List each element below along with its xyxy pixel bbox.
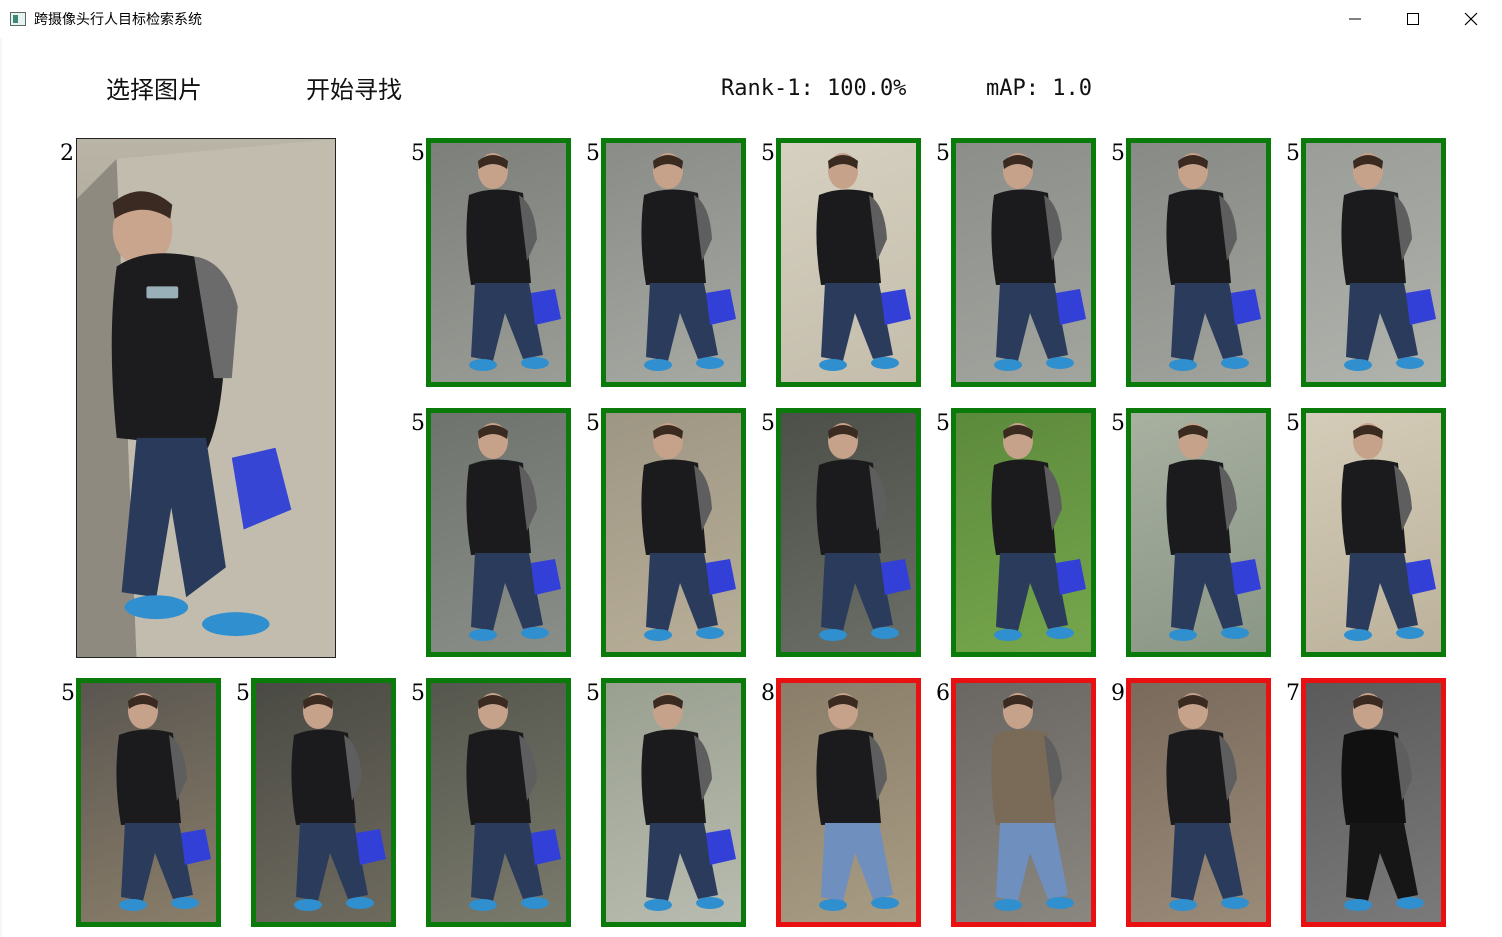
result-id-label: 5 bbox=[586, 141, 600, 166]
result-person-figure bbox=[466, 153, 561, 371]
query-image[interactable] bbox=[76, 138, 336, 658]
result-person-figure bbox=[641, 153, 736, 371]
close-button[interactable] bbox=[1442, 0, 1500, 38]
map-metric: mAP: 1.0 bbox=[986, 76, 1092, 101]
window-edge bbox=[0, 38, 2, 937]
result-id-label: 5 bbox=[1286, 411, 1300, 436]
select-image-button[interactable]: 选择图片 bbox=[106, 72, 202, 108]
result-person-figure bbox=[291, 693, 386, 911]
result-tile-match[interactable] bbox=[1126, 138, 1271, 387]
result-id-label: 5 bbox=[936, 141, 950, 166]
rank1-metric: Rank-1: 100.0% bbox=[721, 76, 907, 101]
result-id-label: 5 bbox=[1111, 141, 1125, 166]
query-id-label: 2 bbox=[60, 141, 74, 166]
result-id-label: 5 bbox=[1111, 411, 1125, 436]
result-id-label: 5 bbox=[586, 411, 600, 436]
result-person-figure bbox=[991, 423, 1086, 641]
result-id-label: 5 bbox=[936, 411, 950, 436]
result-id-label: 5 bbox=[411, 141, 425, 166]
result-person-figure bbox=[1341, 693, 1424, 911]
maximize-icon bbox=[1407, 13, 1419, 25]
result-tile-match[interactable] bbox=[426, 138, 571, 387]
result-tile-match[interactable] bbox=[776, 408, 921, 657]
minimize-icon bbox=[1349, 18, 1361, 20]
minimize-button[interactable] bbox=[1326, 0, 1384, 38]
result-id-label: 9 bbox=[1111, 681, 1125, 706]
result-id-label: 5 bbox=[61, 681, 75, 706]
start-search-button[interactable]: 开始寻找 bbox=[306, 72, 402, 108]
result-person-figure bbox=[1166, 693, 1249, 911]
result-id-label: 7 bbox=[1286, 681, 1300, 706]
result-tile-match[interactable] bbox=[1301, 138, 1446, 387]
result-person-figure bbox=[1341, 423, 1436, 641]
result-person-figure bbox=[466, 423, 561, 641]
result-person-figure bbox=[816, 153, 911, 371]
result-tile-match[interactable] bbox=[1126, 408, 1271, 657]
result-id-label: 5 bbox=[1286, 141, 1300, 166]
result-tile-match[interactable] bbox=[1301, 408, 1446, 657]
result-person-figure bbox=[466, 693, 561, 911]
result-id-label: 5 bbox=[411, 681, 425, 706]
title-bar: 跨摄像头行人目标检索系统 bbox=[0, 0, 1502, 39]
query-person-figure bbox=[77, 139, 335, 657]
result-tile-mismatch[interactable] bbox=[951, 678, 1096, 927]
result-tile-match[interactable] bbox=[951, 408, 1096, 657]
result-tile-match[interactable] bbox=[601, 408, 746, 657]
result-person-figure bbox=[641, 423, 736, 641]
result-person-figure bbox=[641, 693, 736, 911]
result-tile-match[interactable] bbox=[601, 138, 746, 387]
result-person-figure bbox=[816, 693, 899, 911]
result-tile-match[interactable] bbox=[601, 678, 746, 927]
result-person-figure bbox=[1166, 423, 1261, 641]
close-icon bbox=[1464, 12, 1478, 26]
result-person-figure bbox=[1166, 153, 1261, 371]
result-id-label: 5 bbox=[761, 141, 775, 166]
result-tile-match[interactable] bbox=[76, 678, 221, 927]
result-id-label: 5 bbox=[411, 411, 425, 436]
result-id-label: 5 bbox=[236, 681, 250, 706]
result-person-figure bbox=[1341, 153, 1436, 371]
result-id-label: 8 bbox=[761, 681, 775, 706]
result-tile-match[interactable] bbox=[426, 678, 571, 927]
result-tile-mismatch[interactable] bbox=[776, 678, 921, 927]
result-id-label: 6 bbox=[936, 681, 950, 706]
result-person-figure bbox=[991, 153, 1086, 371]
result-person-figure bbox=[116, 693, 211, 911]
result-person-figure bbox=[816, 423, 911, 641]
result-tile-match[interactable] bbox=[776, 138, 921, 387]
app-icon bbox=[10, 12, 26, 26]
maximize-button[interactable] bbox=[1384, 0, 1442, 38]
result-tile-match[interactable] bbox=[426, 408, 571, 657]
result-tile-match[interactable] bbox=[951, 138, 1096, 387]
window-title: 跨摄像头行人目标检索系统 bbox=[34, 12, 202, 28]
result-tile-match[interactable] bbox=[251, 678, 396, 927]
result-tile-mismatch[interactable] bbox=[1126, 678, 1271, 927]
result-person-figure bbox=[991, 693, 1074, 911]
result-id-label: 5 bbox=[761, 411, 775, 436]
result-id-label: 5 bbox=[586, 681, 600, 706]
result-tile-mismatch[interactable] bbox=[1301, 678, 1446, 927]
